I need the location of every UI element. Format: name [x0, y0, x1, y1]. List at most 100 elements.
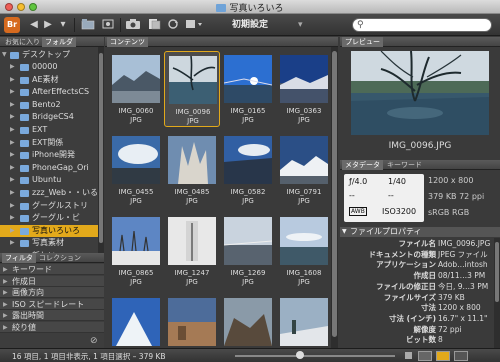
disclosure-closed-icon[interactable]: ▶	[10, 212, 15, 224]
thumbnail-item[interactable]: IMG_0455 JPG	[108, 132, 164, 208]
thumbnail-image[interactable]	[223, 217, 273, 265]
disclosure-closed-icon[interactable]: ▶	[10, 111, 15, 123]
disclosure-closed-icon[interactable]: ▶	[10, 174, 15, 186]
thumbnail-item[interactable]: IMG_0096 JPG	[164, 51, 220, 127]
thumbnail-image[interactable]	[280, 136, 328, 184]
folders-scrollbar[interactable]	[98, 47, 104, 253]
preview-image[interactable]	[351, 51, 489, 135]
folder-row[interactable]: ▶ AE素材	[0, 74, 98, 86]
folder-row[interactable]: ▶ 00000	[0, 61, 98, 73]
folder-row[interactable]: ▶ EXT	[0, 124, 98, 136]
search-input[interactable]	[371, 20, 486, 31]
disclosure-closed-icon[interactable]: ▶	[10, 149, 15, 161]
thumbnail-size-slider[interactable]	[235, 355, 395, 357]
filter-category-row[interactable]: ▶ キーワード	[0, 264, 104, 275]
disclosure-closed-icon[interactable]: ▶	[3, 310, 8, 321]
disclosure-closed-icon[interactable]: ▶	[3, 264, 8, 275]
file-properties-header[interactable]: ▼ ファイルプロパティ	[340, 227, 500, 237]
filter-category-row[interactable]: ▶ 画像方向	[0, 287, 104, 298]
clear-filter-icon[interactable]: ⊘	[90, 336, 98, 346]
thumbnail-item[interactable]	[108, 294, 164, 348]
thumbnail-image[interactable]	[280, 55, 328, 103]
folder-row[interactable]: ▶ グーグルストリ	[0, 200, 98, 212]
folder-row[interactable]: ▶ PhoneGap_Ori	[0, 162, 98, 174]
lock-thumbnail-icon[interactable]	[405, 352, 412, 359]
disclosure-closed-icon[interactable]: ▶	[10, 99, 15, 111]
output-icon[interactable]	[146, 18, 162, 32]
disclosure-closed-icon[interactable]: ▶	[10, 162, 15, 174]
rotate-icon[interactable]	[166, 18, 180, 32]
search-field[interactable]: ⚲	[352, 18, 492, 32]
thumbnail-image[interactable]	[169, 55, 217, 104]
tab-preview[interactable]: プレビュー	[342, 37, 383, 47]
thumbnail-item[interactable]: IMG_0363 JPG	[276, 51, 331, 127]
back-icon[interactable]: ◀	[28, 18, 40, 32]
thumbnail-image[interactable]	[168, 136, 216, 184]
thumbnail-image[interactable]	[168, 298, 216, 346]
get-photos-icon[interactable]	[100, 18, 116, 32]
thumbnail-image[interactable]	[112, 298, 160, 346]
metadata-scrollbar[interactable]	[494, 238, 500, 348]
tab-collections[interactable]: コレクション	[36, 253, 84, 263]
view-details-icon[interactable]	[436, 351, 450, 361]
thumbnail-item[interactable]: IMG_0791 JPG	[276, 132, 331, 208]
reveal-folder-icon[interactable]	[80, 18, 96, 32]
disclosure-closed-icon[interactable]: ▶	[10, 124, 15, 136]
disclosure-closed-icon[interactable]: ▶	[10, 187, 15, 199]
camera-raw-icon[interactable]	[124, 18, 142, 32]
folder-row[interactable]: ▶ Ubuntu	[0, 174, 98, 186]
thumbnail-item[interactable]: IMG_0060 JPG	[108, 51, 164, 127]
thumbnail-image[interactable]	[224, 298, 272, 346]
thumbnail-image[interactable]	[112, 217, 160, 265]
folder-row[interactable]: ▶ 写真素材	[0, 237, 98, 249]
scrollbar-thumb[interactable]	[332, 51, 337, 337]
disclosure-closed-icon[interactable]: ▶	[3, 287, 8, 298]
folder-row[interactable]: ▶ BridgeCS4	[0, 111, 98, 123]
folder-row[interactable]: ▶ Bento2	[0, 99, 98, 111]
chevron-down-icon[interactable]: ▾	[298, 18, 303, 32]
thumbnail-item[interactable]	[220, 294, 276, 348]
folder-row[interactable]: ▶ 写真いろいろ	[0, 224, 98, 237]
thumbnail-item[interactable]: IMG_0165 JPG	[220, 51, 276, 127]
thumbnail-image[interactable]	[112, 55, 160, 103]
refine-menu-icon[interactable]	[184, 18, 206, 32]
tab-folders[interactable]: フォルダ	[42, 37, 76, 47]
scrollbar-thumb[interactable]	[99, 53, 103, 243]
disclosure-closed-icon[interactable]: ▶	[10, 86, 15, 98]
tab-favorites[interactable]: お気に入り	[2, 37, 43, 47]
thumbnail-image[interactable]	[280, 298, 328, 346]
folder-row-root[interactable]: ▼ デスクトップ	[0, 49, 98, 61]
tab-metadata[interactable]: メタデータ	[342, 160, 383, 170]
disclosure-closed-icon[interactable]: ▶	[10, 137, 15, 149]
thumbnail-item[interactable]: IMG_1247 JPG	[164, 213, 220, 289]
thumbnail-item[interactable]: IMG_0865 JPG	[108, 213, 164, 289]
disclosure-open-icon[interactable]: ▼	[2, 49, 7, 61]
folder-row[interactable]: ▶ AfterEffectsCS	[0, 86, 98, 98]
disclosure-closed-icon[interactable]: ▶	[3, 276, 8, 287]
tab-content[interactable]: コンテンツ	[107, 37, 148, 47]
view-grid-icon[interactable]	[418, 351, 432, 361]
workspace-switcher[interactable]: 初期設定	[210, 18, 290, 32]
disclosure-closed-icon[interactable]: ▶	[3, 299, 8, 310]
forward-icon[interactable]: ▶	[42, 18, 54, 32]
thumbnail-item[interactable]	[276, 294, 331, 348]
thumbnail-item[interactable]: IMG_0485 JPG	[164, 132, 220, 208]
folder-row[interactable]: ▶ グーグル・ビ	[0, 212, 98, 224]
filter-category-row[interactable]: ▶ ISO スピードレート	[0, 298, 104, 310]
thumbnail-item[interactable]: IMG_1269 JPG	[220, 213, 276, 289]
folder-row[interactable]: ▶ iPhone開発	[0, 149, 98, 161]
history-menu-icon[interactable]: ▾	[58, 18, 68, 32]
thumbnail-item[interactable]	[164, 294, 220, 348]
disclosure-closed-icon[interactable]: ▶	[10, 225, 15, 237]
thumbnail-image[interactable]	[280, 217, 328, 265]
scrollbar-thumb[interactable]	[495, 242, 499, 302]
filter-category-row[interactable]: ▶ 露出時間	[0, 310, 104, 321]
thumbnail-item[interactable]: IMG_1608 JPG	[276, 213, 331, 289]
disclosure-closed-icon[interactable]: ▶	[10, 200, 15, 212]
disclosure-closed-icon[interactable]: ▶	[10, 237, 15, 249]
view-list-icon[interactable]	[454, 351, 468, 361]
folder-row[interactable]: ▶ zzz_Web・・いる	[0, 187, 98, 199]
slider-knob[interactable]	[296, 351, 304, 359]
folder-row[interactable]: ▶ EXT関係	[0, 137, 98, 149]
bridge-logo[interactable]: Br	[4, 17, 20, 33]
